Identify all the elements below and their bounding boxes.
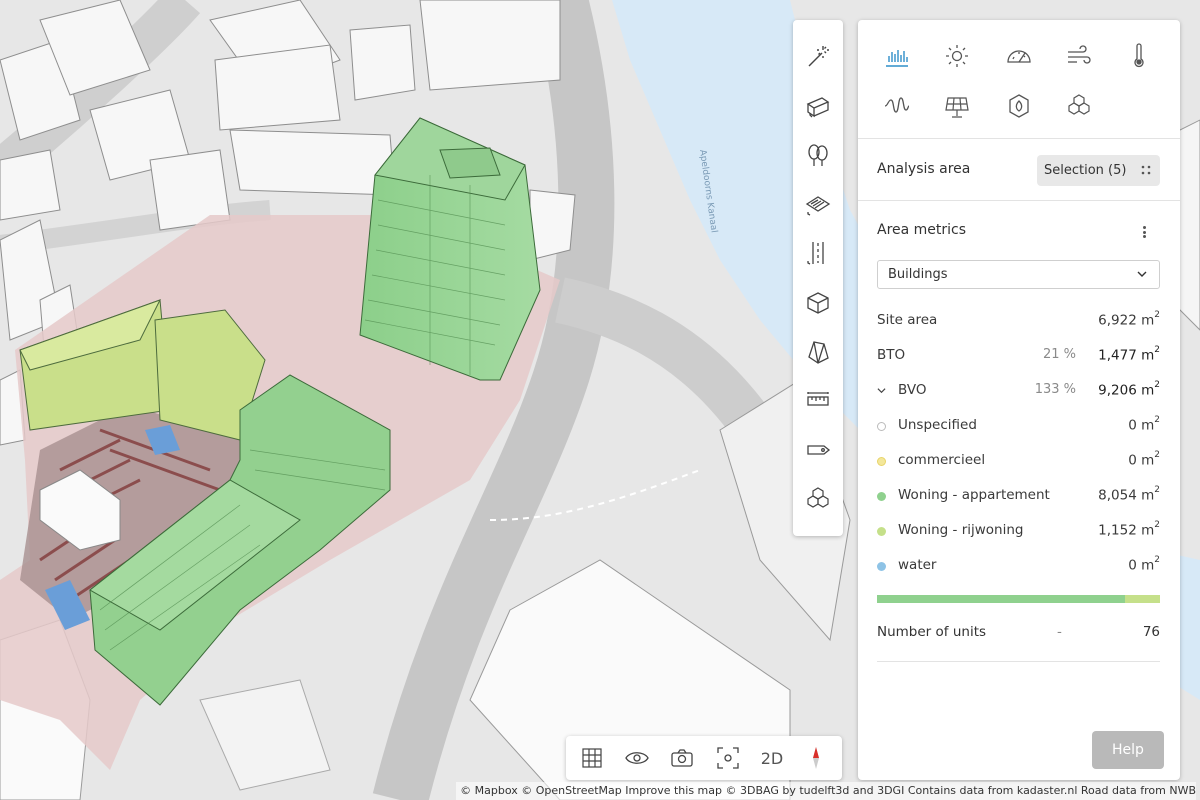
metrics-category-select[interactable]: Buildings (877, 260, 1160, 289)
use-bar-segment (877, 595, 1125, 603)
use-value: 0 m2 (1128, 555, 1160, 574)
legend-dot (877, 492, 886, 501)
ruler-icon[interactable] (793, 376, 843, 425)
trees-icon[interactable] (793, 130, 843, 179)
cubes-icon[interactable] (1062, 89, 1096, 123)
bvo-row[interactable]: BVO 133 % 9,206 m2 (877, 379, 1160, 401)
bvo-value: 9,206 m2 (1098, 380, 1160, 399)
legend-dot (877, 457, 886, 466)
chevron-down-icon[interactable] (877, 386, 886, 395)
solar-panel-icon[interactable] (940, 89, 974, 123)
view-toolbar: 2D (566, 736, 842, 780)
bto-label: BTO (877, 347, 906, 363)
2d-toggle-button[interactable]: 2D (756, 743, 788, 773)
analysis-panel: Analysis area Selection (5) Area metrics… (858, 20, 1180, 780)
map-attribution[interactable]: © Mapbox © OpenStreetMap Improve this ma… (456, 782, 1196, 800)
stacked-cubes-icon[interactable] (793, 475, 843, 524)
bto-row: BTO 21 % 1,477 m2 (877, 344, 1160, 366)
bvo-label: BVO (898, 382, 927, 398)
selection-label: Selection (5) (1044, 163, 1127, 178)
analysis-area-label: Analysis area (877, 161, 971, 177)
gauge-icon[interactable] (1002, 39, 1036, 73)
use-label: Woning - appartement (898, 487, 1050, 503)
wind-icon[interactable] (1062, 39, 1096, 73)
use-bar-segment (1124, 595, 1160, 603)
area-metrics-title: Area metrics (877, 222, 967, 238)
selection-button[interactable]: Selection (5) (1037, 155, 1160, 186)
use-value: 8,054 m2 (1098, 485, 1160, 504)
analysis-tabs (858, 20, 1180, 140)
tools-toolbar (793, 20, 843, 536)
magic-wand-icon[interactable] (793, 32, 843, 81)
use-value: 1,152 m2 (1098, 520, 1160, 539)
compass-icon[interactable] (800, 743, 832, 773)
use-label: Woning - rijwoning (898, 522, 1024, 538)
tag-icon[interactable] (793, 426, 843, 475)
bvo-percent: 133 % (1034, 382, 1076, 397)
sun-icon[interactable] (940, 39, 974, 73)
legend-dot (877, 562, 886, 571)
use-value: 0 m2 (1128, 450, 1160, 469)
divider (877, 661, 1160, 662)
bto-value: 1,477 m2 (1098, 345, 1160, 364)
use-row: Woning - appartement 8,054 m2 (877, 484, 1160, 506)
use-row: Woning - rijwoning 1,152 m2 (877, 519, 1160, 541)
grid-frame-icon[interactable] (576, 743, 608, 773)
units-dash: - (1057, 624, 1062, 640)
plane-surface-icon[interactable] (793, 180, 843, 229)
sound-wave-icon[interactable] (880, 89, 914, 123)
number-of-units-row: Number of units - 76 (877, 624, 1160, 640)
camera-icon[interactable] (666, 743, 698, 773)
units-value: 76 (1142, 624, 1160, 640)
prism-icon[interactable] (793, 327, 843, 376)
bar-chart-icon[interactable] (880, 39, 914, 73)
units-label: Number of units (877, 624, 987, 640)
building-block-icon[interactable] (793, 81, 843, 130)
chevron-down-icon (1137, 271, 1147, 277)
focus-icon[interactable] (712, 743, 744, 773)
drag-grip-icon (1141, 165, 1151, 175)
divider (858, 138, 1180, 139)
help-button[interactable]: Help (1092, 731, 1164, 769)
metrics-category-value: Buildings (888, 267, 948, 282)
legend-dot (877, 527, 886, 536)
more-options-icon[interactable] (1138, 223, 1150, 241)
bto-percent: 21 % (1042, 347, 1076, 362)
site-area-label: Site area (877, 312, 938, 328)
road-lines-icon[interactable] (793, 229, 843, 278)
thermometer-icon[interactable] (1122, 39, 1156, 73)
use-row: Unspecified 0 m2 (877, 414, 1160, 436)
eye-icon[interactable] (621, 743, 653, 773)
use-value: 0 m2 (1128, 415, 1160, 434)
cube-icon[interactable] (793, 278, 843, 327)
use-row: water 0 m2 (877, 554, 1160, 576)
site-area-value: 6,922 m2 (1098, 310, 1160, 329)
use-distribution-bar (877, 595, 1160, 603)
divider (858, 200, 1180, 201)
site-area-row: Site area 6,922 m2 (877, 309, 1160, 331)
use-label: water (898, 557, 937, 573)
leaf-shield-icon[interactable] (1002, 89, 1036, 123)
legend-dot (877, 422, 886, 431)
use-label: commercieel (898, 452, 986, 468)
use-label: Unspecified (898, 417, 977, 433)
use-row: commercieel 0 m2 (877, 449, 1160, 471)
